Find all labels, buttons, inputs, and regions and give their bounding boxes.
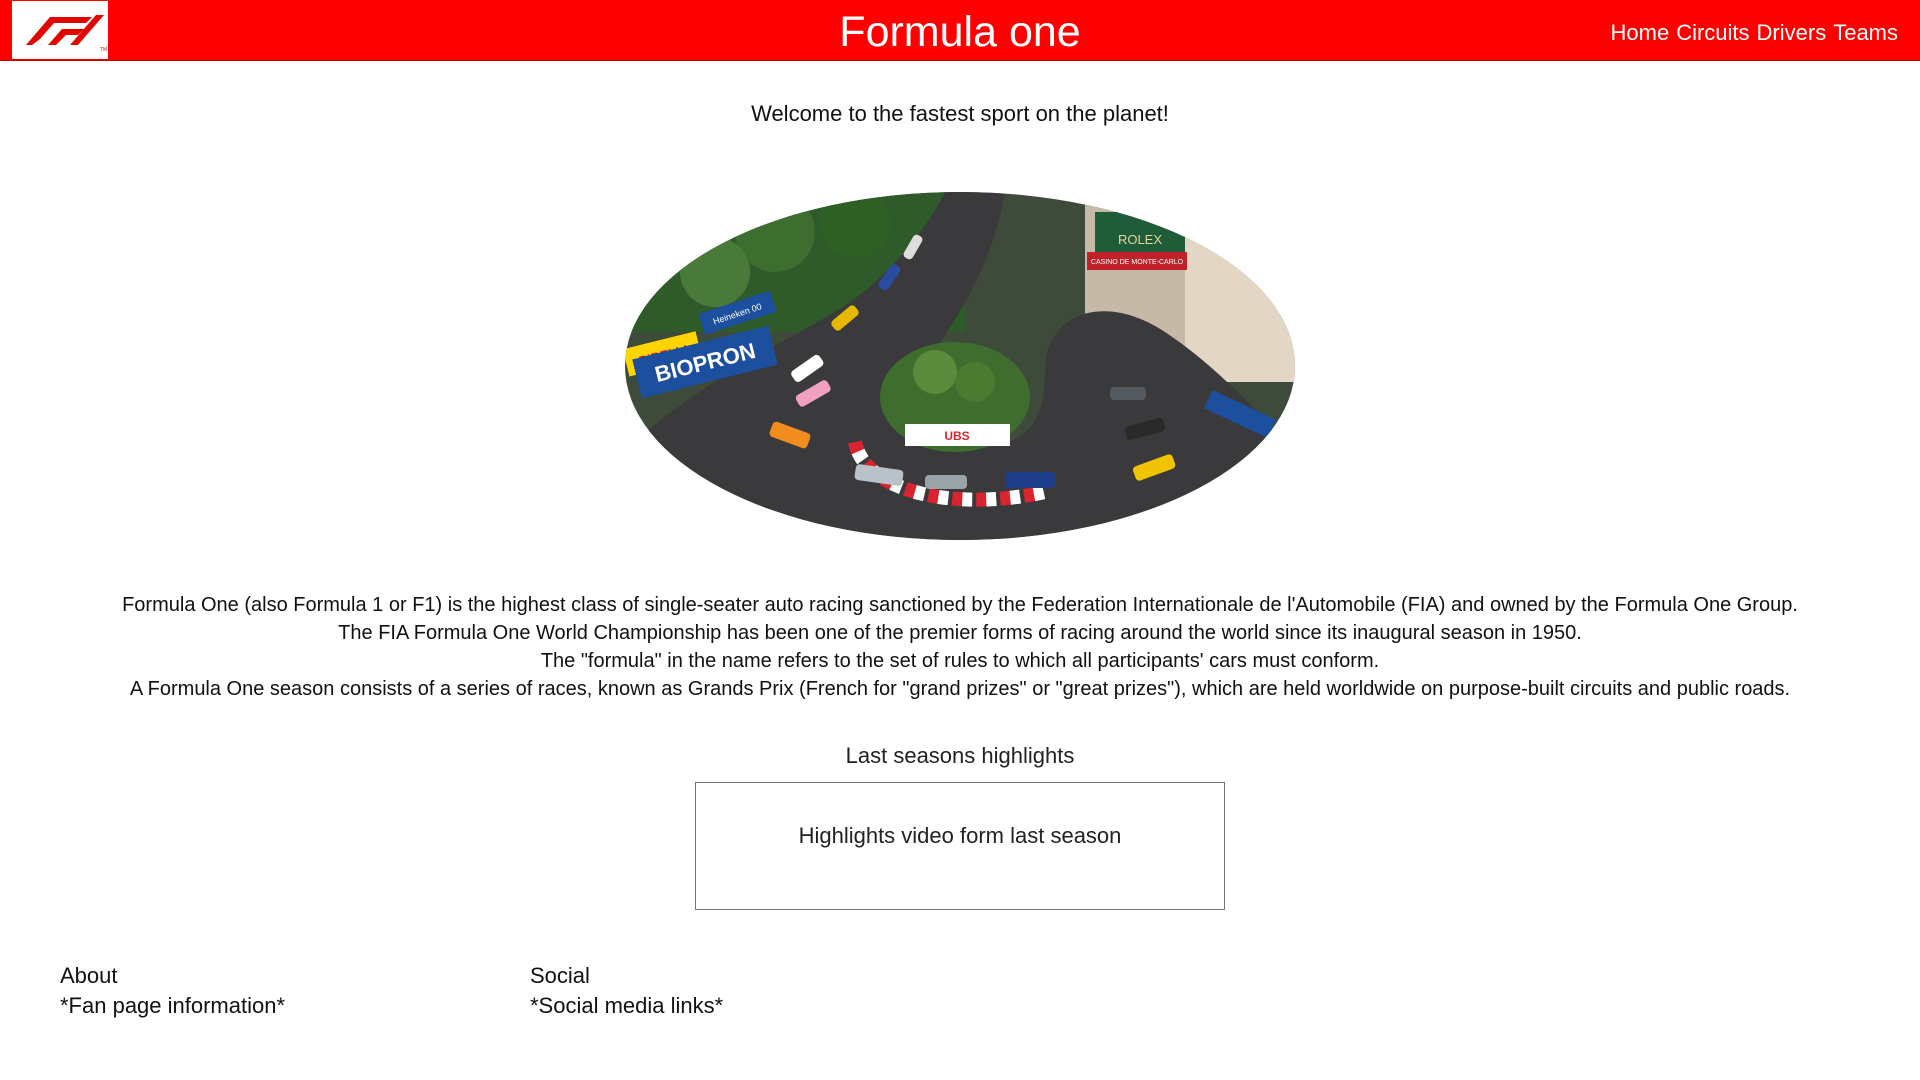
casino-sign: CASINO DE MONTE-CARLO — [1091, 259, 1184, 266]
nav-home-link[interactable]: Home — [1611, 20, 1670, 46]
highlights-video-placeholder[interactable]: Highlights video form last season — [695, 782, 1225, 910]
intro-line: A Formula One season consists of a serie… — [129, 678, 1791, 700]
nav-teams-link[interactable]: Teams — [1833, 20, 1898, 46]
main-nav: Home Circuits Drivers Teams — [1611, 20, 1899, 46]
site-header: TM Formula one Home Circuits Drivers Tea… — [0, 0, 1920, 61]
video-placeholder-label: Highlights video form last season — [798, 823, 1122, 848]
footer-social: Social *Social media links* — [530, 961, 723, 1021]
welcome-text: Welcome to the fastest sport on the plan… — [751, 101, 1169, 126]
footer-about: About *Fan page information* — [60, 961, 285, 1021]
intro-line: The FIA Formula One World Championship h… — [338, 622, 1582, 644]
nav-drivers-link[interactable]: Drivers — [1757, 20, 1827, 46]
footer-social-title: Social — [530, 963, 590, 988]
footer-about-title: About — [60, 963, 118, 988]
footer-social-text: *Social media links* — [530, 993, 724, 1018]
intro-line: The "formula" in the name refers to the … — [540, 650, 1380, 672]
footer-about-text: *Fan page information* — [60, 993, 286, 1018]
ubs-sign: UBS — [944, 429, 969, 443]
intro-line: Formula One (also Formula 1 or F1) is th… — [122, 594, 1798, 616]
nav-circuits-link[interactable]: Circuits — [1676, 20, 1749, 46]
hero-image-monaco-race: ROLEX CASINO DE MONTE-CARLO UBS PIRELLI … — [625, 192, 1295, 540]
rolex-sign: ROLEX — [1118, 232, 1162, 247]
intro-text: Formula One (also Formula 1 or F1) is th… — [0, 591, 1920, 703]
highlights-heading: Last seasons highlights — [845, 743, 1075, 768]
